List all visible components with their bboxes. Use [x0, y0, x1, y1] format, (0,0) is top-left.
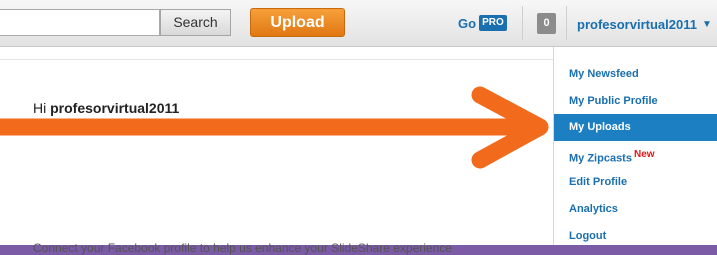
pro-badge: PRO	[479, 15, 507, 31]
facebook-connect-note[interactable]: Connect your Facebook profile to help us…	[33, 241, 452, 255]
menu-item-my-uploads[interactable]: My Uploads	[554, 114, 717, 141]
username-label: profesorvirtual2011	[577, 16, 697, 32]
header-divider	[522, 6, 523, 40]
search-button[interactable]: Search	[160, 9, 231, 36]
new-badge: New	[633, 149, 655, 160]
menu-item-analytics[interactable]: Analytics	[554, 199, 717, 226]
menu-item-label: My Zipcasts	[569, 152, 632, 165]
user-menu-trigger[interactable]: profesorvirtual2011 ▼	[577, 15, 712, 33]
go-pro-link[interactable]: Go PRO	[458, 14, 507, 32]
upload-button[interactable]: Upload	[250, 8, 345, 37]
header-divider	[566, 6, 567, 40]
menu-item-my-newsfeed[interactable]: My Newsfeed	[554, 64, 717, 91]
greeting: Hi profesorvirtual2011	[33, 100, 179, 116]
menu-item-my-zipcasts[interactable]: My Zipcasts New	[554, 145, 717, 172]
main-content: Hi profesorvirtual2011 Connect your Face…	[0, 47, 553, 255]
chevron-down-icon: ▼	[701, 18, 712, 30]
top-bar: Search Upload Go PRO 0 profesorvirtual20…	[0, 0, 717, 47]
user-dropdown-menu: My Newsfeed My Public Profile My Uploads…	[553, 47, 717, 245]
content-divider	[0, 59, 553, 60]
greeting-prefix: Hi	[33, 100, 51, 116]
menu-item-logout[interactable]: Logout	[554, 226, 717, 253]
notification-count[interactable]: 0	[537, 13, 556, 34]
search-input[interactable]	[0, 9, 160, 36]
menu-item-edit-profile[interactable]: Edit Profile	[554, 172, 717, 199]
go-pro-label: Go	[458, 15, 477, 31]
greeting-username: profesorvirtual2011	[50, 100, 180, 116]
